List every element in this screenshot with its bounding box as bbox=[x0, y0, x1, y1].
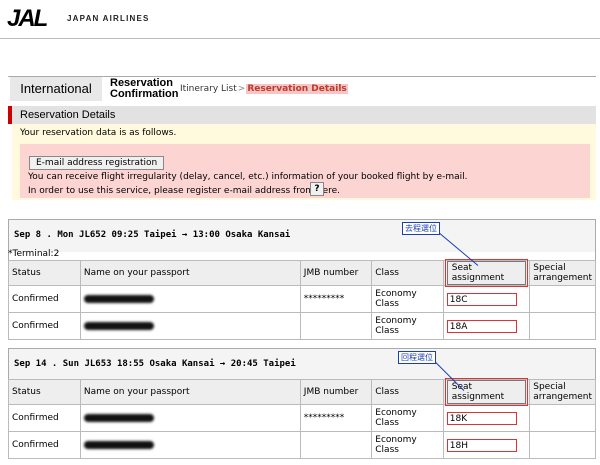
col-special: Special arrangement bbox=[529, 260, 596, 286]
redacted-name bbox=[83, 413, 154, 422]
status-cell: Confirmed bbox=[8, 404, 81, 432]
return-seat-callout: 回程選位 bbox=[398, 351, 436, 364]
tab-bar: International Reservation Confirmation I… bbox=[8, 76, 596, 101]
col-jmb: JMB number bbox=[299, 379, 373, 405]
tab-reservation-line2: Confirmation bbox=[110, 88, 179, 100]
col-name: Name on your passport bbox=[79, 379, 301, 405]
status-cell: Confirmed bbox=[8, 312, 81, 340]
class-cell: Economy Class bbox=[371, 404, 444, 432]
tab-reservation-confirmation[interactable]: Reservation Confirmation bbox=[110, 78, 178, 100]
help-button[interactable]: ? bbox=[310, 182, 324, 196]
brand-name: JAPAN AIRLINES bbox=[67, 14, 150, 23]
notice-line-1: You can receive flight irregularity (del… bbox=[28, 172, 468, 182]
table-header-row: Status Name on your passport JMB number … bbox=[8, 259, 596, 287]
col-class: Class bbox=[371, 260, 444, 286]
col-status: Status bbox=[8, 260, 81, 286]
col-special: Special arrangement bbox=[529, 379, 596, 405]
jmb-cell bbox=[299, 431, 373, 459]
flight-2-header: Sep 14 . Sun JL653 18:55 Osaka Kansai → … bbox=[8, 348, 596, 381]
flight-1-route: Sep 8 . Mon JL652 09:25 Taipei → 13:00 O… bbox=[14, 230, 291, 240]
jal-logo[interactable]: JAL bbox=[7, 5, 48, 33]
flight-1-table: Status Name on your passport JMB number … bbox=[8, 259, 596, 340]
reservation-info-panel: Your reservation data is as follows. E-m… bbox=[12, 124, 596, 200]
table-row: Confirmed ********* Economy Class 18C bbox=[8, 285, 596, 313]
status-cell: Confirmed bbox=[8, 285, 81, 313]
col-status: Status bbox=[8, 379, 81, 405]
redacted-name bbox=[83, 294, 154, 303]
email-registration-button[interactable]: E-mail address registration bbox=[29, 156, 165, 170]
page-title: Reservation Details bbox=[8, 106, 596, 124]
outbound-seat-callout: 去程選位 bbox=[402, 222, 440, 235]
jmb-cell: ********* bbox=[299, 285, 373, 313]
site-header: JAL JAPAN AIRLINES bbox=[0, 0, 600, 39]
class-cell: Economy Class bbox=[371, 431, 444, 459]
seat-field[interactable]: 18K bbox=[446, 411, 517, 425]
seat-field[interactable]: 18H bbox=[446, 438, 517, 452]
tab-international[interactable]: International bbox=[10, 77, 102, 101]
seat-field[interactable]: 18C bbox=[446, 292, 517, 306]
table-row: Confirmed Economy Class 18H bbox=[8, 431, 596, 459]
status-cell: Confirmed bbox=[8, 431, 81, 459]
seat-field[interactable]: 18A bbox=[446, 319, 517, 333]
intro-text: Your reservation data is as follows. bbox=[20, 128, 177, 138]
breadcrumb-itinerary-list[interactable]: Itinerary List bbox=[180, 84, 237, 94]
seat-assignment-button[interactable]: Seat assignment bbox=[444, 259, 529, 287]
flight-1-header: Sep 8 . Mon JL652 09:25 Taipei → 13:00 O… bbox=[8, 219, 596, 263]
col-class: Class bbox=[371, 379, 444, 405]
redacted-name bbox=[83, 440, 154, 449]
seat-assignment-button[interactable]: Seat assignment bbox=[444, 378, 529, 406]
breadcrumb-separator: > bbox=[237, 84, 246, 94]
redacted-name bbox=[83, 321, 154, 330]
jmb-cell bbox=[299, 312, 373, 340]
email-notice-box: E-mail address registration You can rece… bbox=[20, 144, 590, 198]
breadcrumb: Itinerary List> Reservation Details bbox=[180, 84, 348, 94]
class-cell: Economy Class bbox=[371, 312, 444, 340]
breadcrumb-current: Reservation Details bbox=[246, 84, 348, 94]
jmb-cell: ********* bbox=[299, 404, 373, 432]
flight-2-route: Sep 14 . Sun JL653 18:55 Osaka Kansai → … bbox=[14, 359, 296, 369]
col-jmb: JMB number bbox=[299, 260, 373, 286]
table-header-row: Status Name on your passport JMB number … bbox=[8, 378, 596, 406]
table-row: Confirmed ********* Economy Class 18K bbox=[8, 404, 596, 432]
flight-2-table: Status Name on your passport JMB number … bbox=[8, 378, 596, 459]
class-cell: Economy Class bbox=[371, 285, 444, 313]
notice-line-2: In order to use this service, please reg… bbox=[28, 186, 341, 196]
col-name: Name on your passport bbox=[79, 260, 301, 286]
flight-1-terminal: *Terminal:2 bbox=[8, 249, 60, 259]
table-row: Confirmed Economy Class 18A bbox=[8, 312, 596, 340]
